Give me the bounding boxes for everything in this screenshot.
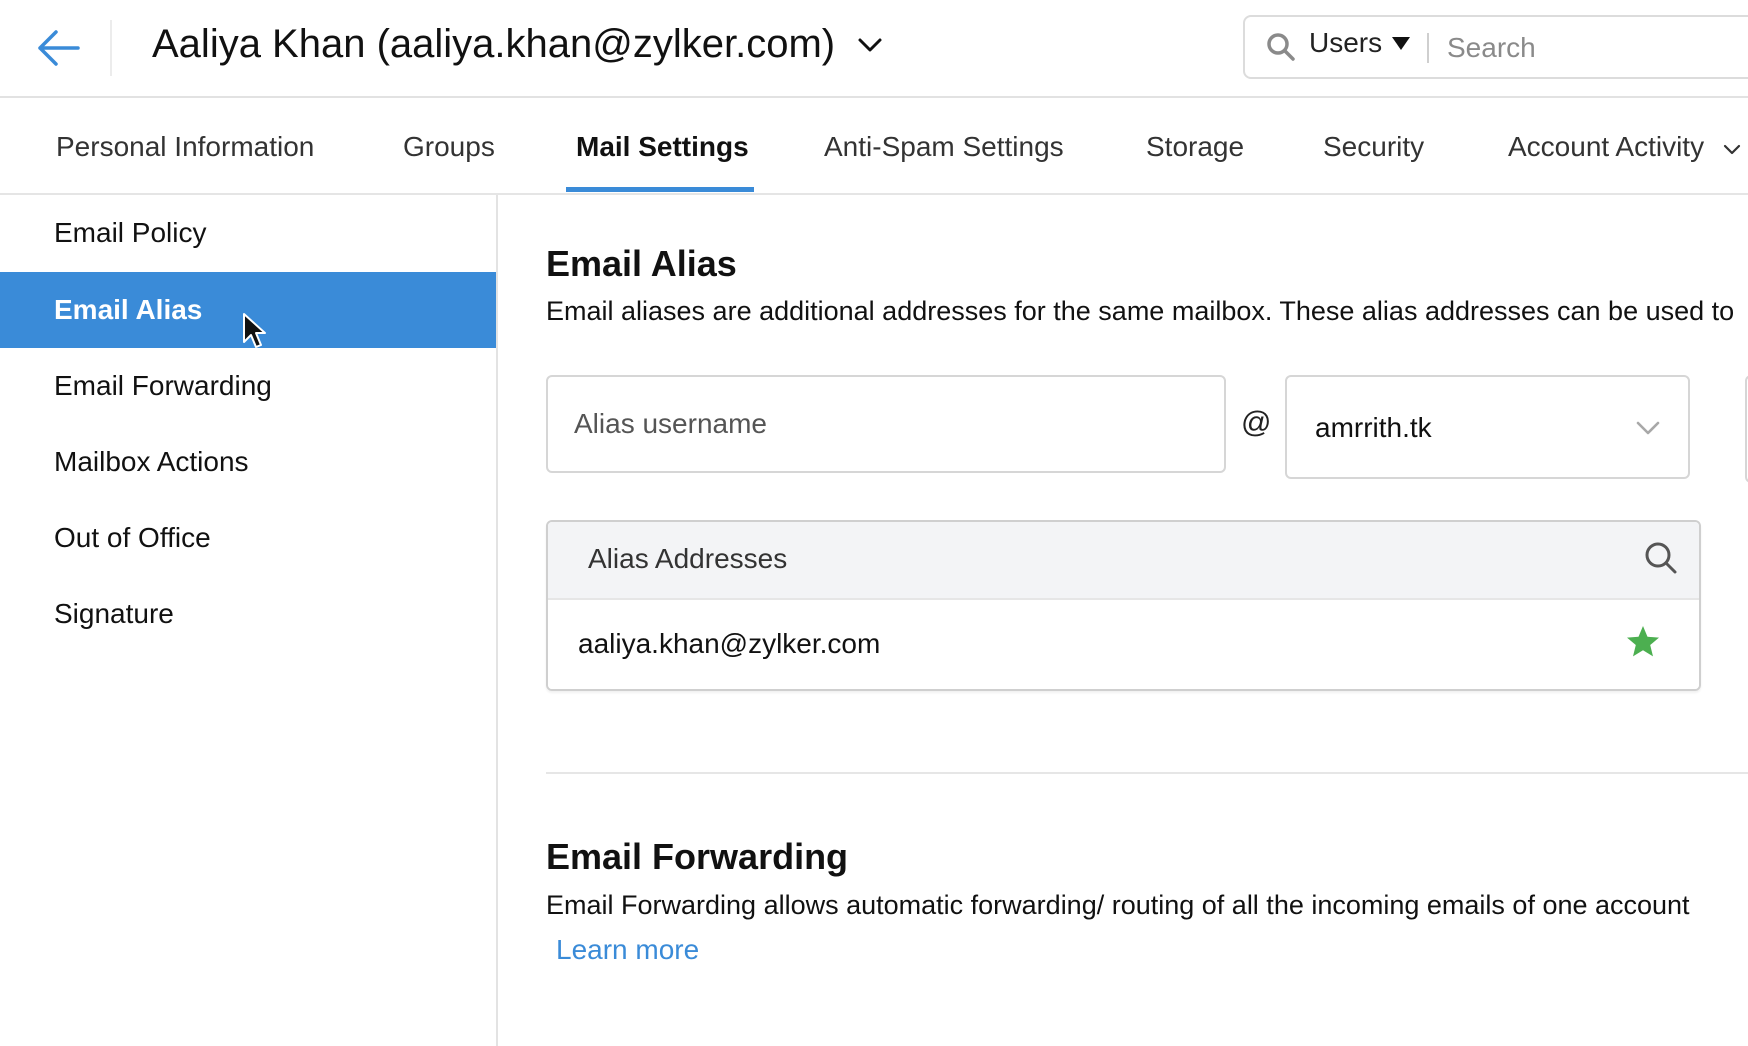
alias-username-field — [546, 375, 1226, 473]
tab-security[interactable]: Security — [1323, 131, 1424, 163]
at-symbol: @ — [1241, 406, 1272, 439]
page-title: Aaliya Khan (aaliya.khan@zylker.com) — [152, 22, 836, 66]
caret-down-icon — [1392, 36, 1411, 50]
chevron-down-icon — [1636, 421, 1660, 435]
active-tab-indicator — [566, 187, 754, 192]
alias-username-input[interactable] — [548, 377, 1224, 471]
search-scope-label: Users — [1309, 27, 1383, 58]
search-input[interactable] — [1445, 23, 1748, 73]
tab-label: Security — [1323, 131, 1425, 162]
email-forwarding-description: Email Forwarding allows automatic forwar… — [546, 890, 1690, 920]
primary-star-icon — [1627, 626, 1659, 657]
sidebar-item-label: Signature — [54, 598, 174, 629]
column-header-alias-addresses: Alias Addresses — [588, 543, 788, 574]
sidebar-item-label: Out of Office — [54, 522, 211, 553]
tab-label: Mail Settings — [576, 131, 749, 162]
domain-selected-value: amrrith.tk — [1315, 412, 1432, 443]
sidebar-item-email-forwarding[interactable]: Email Forwarding — [0, 348, 496, 424]
search-icon — [1267, 33, 1295, 61]
tab-label: Account Activity — [1508, 131, 1705, 162]
top-header: Aaliya Khan (aaliya.khan@zylker.com) Use… — [0, 0, 1748, 98]
chevron-down-icon — [858, 38, 882, 51]
user-switcher[interactable]: Aaliya Khan (aaliya.khan@zylker.com) — [152, 22, 885, 67]
tab-label: Anti-Spam Settings — [824, 131, 1064, 162]
tab-bar: Personal Information Groups Mail Setting… — [0, 97, 1748, 195]
chevron-down-icon — [1723, 144, 1740, 154]
email-forwarding-heading: Email Forwarding — [546, 836, 849, 877]
table-row: aaliya.khan@zylker.com — [548, 600, 1699, 689]
tab-mail-settings[interactable]: Mail Settings — [576, 131, 749, 163]
sidebar-item-signature[interactable]: Signature — [0, 576, 496, 652]
search-icon[interactable] — [1643, 540, 1679, 576]
arrow-left-icon — [38, 30, 80, 66]
alias-addresses-table: Alias Addresses aaliya.khan@zylker.com — [546, 520, 1701, 691]
mouse-cursor-icon — [243, 313, 266, 348]
sidebar-item-label: Email Policy — [54, 217, 207, 248]
table-header: Alias Addresses — [548, 522, 1699, 600]
sidebar-item-label: Email Alias — [54, 294, 203, 325]
email-alias-heading: Email Alias — [546, 243, 737, 284]
tab-label: Personal Information — [56, 131, 315, 162]
search-divider — [1427, 33, 1429, 63]
tab-storage[interactable]: Storage — [1146, 131, 1244, 163]
search-scope-dropdown[interactable]: Users — [1309, 27, 1411, 59]
header-divider — [110, 20, 112, 76]
sidebar-item-out-of-office[interactable]: Out of Office — [0, 500, 496, 576]
alias-address: aaliya.khan@zylker.com — [578, 628, 881, 659]
learn-more-link[interactable]: Learn more — [556, 934, 699, 966]
global-search: Users — [1243, 15, 1748, 79]
tab-personal-information[interactable]: Personal Information — [56, 131, 314, 163]
back-button[interactable] — [34, 26, 82, 70]
tab-label: Storage — [1146, 131, 1245, 162]
sidebar-item-mailbox-actions[interactable]: Mailbox Actions — [0, 424, 496, 500]
section-divider — [546, 772, 1748, 774]
tab-label: Groups — [403, 131, 495, 162]
tab-anti-spam-settings[interactable]: Anti-Spam Settings — [824, 131, 1064, 163]
sidebar-item-email-policy[interactable]: Email Policy — [0, 195, 496, 271]
sidebar-item-label: Email Forwarding — [54, 370, 272, 401]
tab-groups[interactable]: Groups — [403, 131, 495, 163]
sidebar-item-label: Mailbox Actions — [54, 446, 249, 477]
tab-account-activity[interactable]: Account Activity — [1508, 131, 1742, 163]
domain-select[interactable]: amrrith.tk — [1285, 375, 1690, 479]
email-alias-description: Email aliases are additional addresses f… — [546, 296, 1735, 326]
